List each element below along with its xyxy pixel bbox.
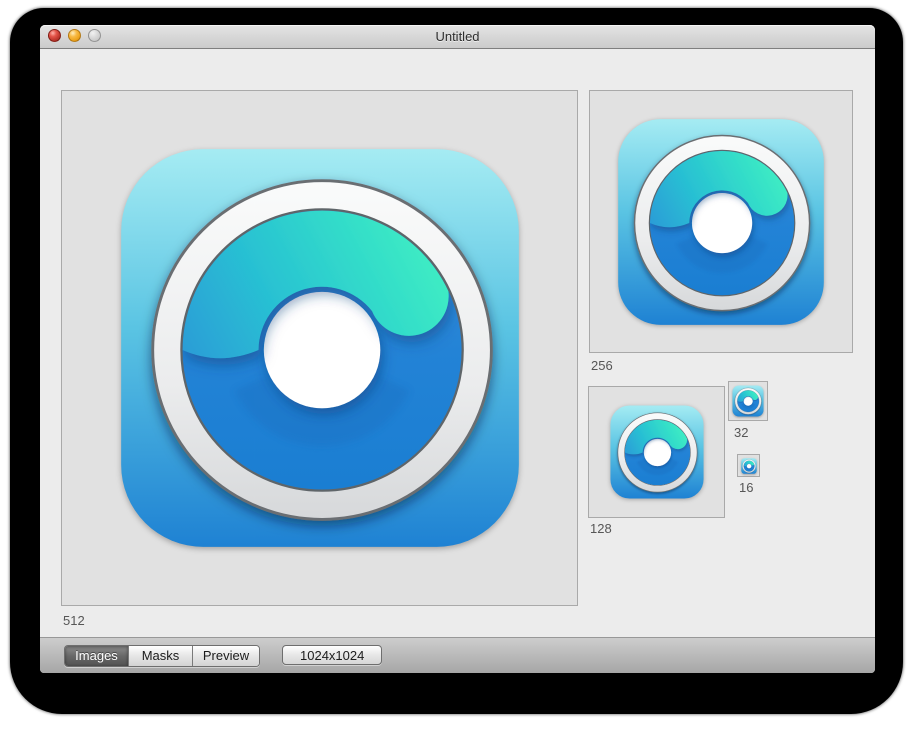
segment-masks[interactable]: Masks <box>128 646 192 666</box>
size-1024-button[interactable]: 1024x1024 <box>282 645 382 665</box>
app-icon-preview-16 <box>741 458 757 474</box>
preview-slot-128[interactable] <box>588 386 725 518</box>
desktop: { "window": { "title": "Untitled" }, "ti… <box>0 0 915 729</box>
segment-images[interactable]: Images <box>65 646 128 666</box>
content-area: 512 256 128 32 16 <box>40 48 875 638</box>
preview-slot-16[interactable] <box>737 454 760 477</box>
app-window: Untitled 512 256 128 32 <box>40 25 875 673</box>
app-icon-preview-32 <box>732 385 764 417</box>
preview-slot-32[interactable] <box>728 381 768 421</box>
bottom-toolbar: Images Masks Preview 1024x1024 <box>40 637 875 673</box>
size-label-128: 128 <box>590 521 612 536</box>
segment-preview[interactable]: Preview <box>192 646 259 666</box>
app-icon-preview-256 <box>615 116 827 328</box>
titlebar[interactable]: Untitled <box>40 25 875 49</box>
window-title: Untitled <box>40 25 875 48</box>
size-label-256: 256 <box>591 358 613 373</box>
app-icon-preview-512 <box>115 143 525 553</box>
preview-slot-512[interactable] <box>61 90 578 606</box>
size-label-512: 512 <box>63 613 85 628</box>
size-label-32: 32 <box>734 425 748 440</box>
preview-slot-256[interactable] <box>589 90 853 353</box>
view-mode-segmented-control: Images Masks Preview <box>64 645 260 667</box>
size-label-16: 16 <box>739 480 753 495</box>
app-icon-preview-128 <box>609 404 705 500</box>
